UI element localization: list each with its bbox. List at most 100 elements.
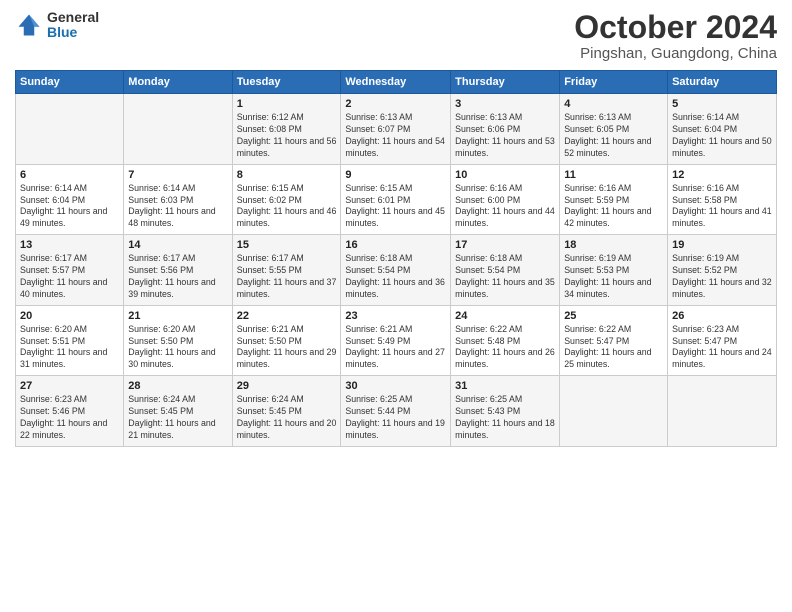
- day-number: 18: [564, 239, 663, 251]
- day-info: Sunrise: 6:16 AMSunset: 5:58 PMDaylight:…: [672, 183, 772, 231]
- day-info: Sunrise: 6:21 AMSunset: 5:49 PMDaylight:…: [345, 324, 446, 372]
- day-info: Sunrise: 6:18 AMSunset: 5:54 PMDaylight:…: [455, 253, 555, 301]
- day-cell: 15 Sunrise: 6:17 AMSunset: 5:55 PMDayligh…: [232, 235, 341, 306]
- day-info: Sunrise: 6:18 AMSunset: 5:54 PMDaylight:…: [345, 253, 446, 301]
- day-info: Sunrise: 6:20 AMSunset: 5:51 PMDaylight:…: [20, 324, 119, 372]
- day-info: Sunrise: 6:17 AMSunset: 5:55 PMDaylight:…: [237, 253, 337, 301]
- day-number: 3: [455, 98, 555, 110]
- day-info: Sunrise: 6:17 AMSunset: 5:57 PMDaylight:…: [20, 253, 119, 301]
- day-number: 5: [672, 98, 772, 110]
- day-info: Sunrise: 6:13 AMSunset: 6:05 PMDaylight:…: [564, 112, 663, 160]
- day-number: 9: [345, 169, 446, 181]
- day-cell: 30 Sunrise: 6:25 AMSunset: 5:44 PMDayligh…: [341, 376, 451, 447]
- day-info: Sunrise: 6:23 AMSunset: 5:47 PMDaylight:…: [672, 324, 772, 372]
- day-number: 10: [455, 169, 555, 181]
- day-cell: 22 Sunrise: 6:21 AMSunset: 5:50 PMDayligh…: [232, 305, 341, 376]
- calendar-table: Sunday Monday Tuesday Wednesday Thursday…: [15, 70, 777, 447]
- day-number: 20: [20, 310, 119, 322]
- col-saturday: Saturday: [668, 71, 777, 94]
- col-tuesday: Tuesday: [232, 71, 341, 94]
- day-info: Sunrise: 6:14 AMSunset: 6:04 PMDaylight:…: [20, 183, 119, 231]
- day-info: Sunrise: 6:12 AMSunset: 6:08 PMDaylight:…: [237, 112, 337, 160]
- day-cell: [16, 94, 124, 165]
- day-info: Sunrise: 6:21 AMSunset: 5:50 PMDaylight:…: [237, 324, 337, 372]
- day-number: 22: [237, 310, 337, 322]
- day-info: Sunrise: 6:14 AMSunset: 6:03 PMDaylight:…: [128, 183, 227, 231]
- day-info: Sunrise: 6:20 AMSunset: 5:50 PMDaylight:…: [128, 324, 227, 372]
- title-section: October 2024 Pingshan, Guangdong, China: [574, 10, 777, 62]
- month-title: October 2024: [574, 10, 777, 45]
- day-number: 1: [237, 98, 337, 110]
- day-cell: 4Sunrise: 6:13 AMSunset: 6:05 PMDaylight…: [560, 94, 668, 165]
- day-number: 15: [237, 239, 337, 251]
- logo-text: General Blue: [47, 10, 99, 41]
- day-cell: 27Sunrise: 6:23 AMSunset: 5:46 PMDayligh…: [16, 376, 124, 447]
- week-row-2: 13Sunrise: 6:17 AMSunset: 5:57 PMDayligh…: [16, 235, 777, 306]
- day-number: 7: [128, 169, 227, 181]
- day-info: Sunrise: 6:19 AMSunset: 5:53 PMDaylight:…: [564, 253, 663, 301]
- day-number: 12: [672, 169, 772, 181]
- day-info: Sunrise: 6:25 AMSunset: 5:43 PMDaylight:…: [455, 394, 555, 442]
- logo-blue: Blue: [47, 25, 99, 40]
- day-cell: 10 Sunrise: 6:16 AMSunset: 6:00 PMDayligh…: [451, 164, 560, 235]
- day-number: 11: [564, 169, 663, 181]
- day-info: Sunrise: 6:19 AMSunset: 5:52 PMDaylight:…: [672, 253, 772, 301]
- page: General Blue October 2024 Pingshan, Guan…: [0, 0, 792, 612]
- day-number: 27: [20, 380, 119, 392]
- day-info: Sunrise: 6:13 AMSunset: 6:06 PMDaylight:…: [455, 112, 555, 160]
- week-row-3: 20 Sunrise: 6:20 AMSunset: 5:51 PMDayligh…: [16, 305, 777, 376]
- col-monday: Monday: [124, 71, 232, 94]
- day-cell: 20 Sunrise: 6:20 AMSunset: 5:51 PMDayligh…: [16, 305, 124, 376]
- day-cell: 28 Sunrise: 6:24 AMSunset: 5:45 PMDayligh…: [124, 376, 232, 447]
- day-info: Sunrise: 6:15 AMSunset: 6:02 PMDaylight:…: [237, 183, 337, 231]
- day-info: Sunrise: 6:13 AMSunset: 6:07 PMDaylight:…: [345, 112, 446, 160]
- day-cell: 6 Sunrise: 6:14 AMSunset: 6:04 PMDaylight…: [16, 164, 124, 235]
- day-cell: [668, 376, 777, 447]
- day-info: Sunrise: 6:14 AMSunset: 6:04 PMDaylight:…: [672, 112, 772, 160]
- day-cell: 1 Sunrise: 6:12 AMSunset: 6:08 PMDaylight…: [232, 94, 341, 165]
- day-cell: 7 Sunrise: 6:14 AMSunset: 6:03 PMDaylight…: [124, 164, 232, 235]
- col-thursday: Thursday: [451, 71, 560, 94]
- calendar-header: Sunday Monday Tuesday Wednesday Thursday…: [16, 71, 777, 94]
- day-number: 8: [237, 169, 337, 181]
- day-cell: 31Sunrise: 6:25 AMSunset: 5:43 PMDayligh…: [451, 376, 560, 447]
- day-info: Sunrise: 6:24 AMSunset: 5:45 PMDaylight:…: [128, 394, 227, 442]
- col-sunday: Sunday: [16, 71, 124, 94]
- day-cell: 16Sunrise: 6:18 AMSunset: 5:54 PMDayligh…: [341, 235, 451, 306]
- day-number: 30: [345, 380, 446, 392]
- day-cell: 24Sunrise: 6:22 AMSunset: 5:48 PMDayligh…: [451, 305, 560, 376]
- day-cell: 23 Sunrise: 6:21 AMSunset: 5:49 PMDayligh…: [341, 305, 451, 376]
- day-info: Sunrise: 6:16 AMSunset: 5:59 PMDaylight:…: [564, 183, 663, 231]
- logo-icon: [15, 11, 43, 39]
- day-cell: 25Sunrise: 6:22 AMSunset: 5:47 PMDayligh…: [560, 305, 668, 376]
- day-number: 25: [564, 310, 663, 322]
- header: General Blue October 2024 Pingshan, Guan…: [15, 10, 777, 62]
- day-number: 23: [345, 310, 446, 322]
- week-row-1: 6 Sunrise: 6:14 AMSunset: 6:04 PMDaylight…: [16, 164, 777, 235]
- day-cell: 21 Sunrise: 6:20 AMSunset: 5:50 PMDayligh…: [124, 305, 232, 376]
- day-number: 2: [345, 98, 446, 110]
- day-cell: 2 Sunrise: 6:13 AMSunset: 6:07 PMDaylight…: [341, 94, 451, 165]
- logo-general: General: [47, 10, 99, 25]
- day-info: Sunrise: 6:24 AMSunset: 5:45 PMDaylight:…: [237, 394, 337, 442]
- day-info: Sunrise: 6:25 AMSunset: 5:44 PMDaylight:…: [345, 394, 446, 442]
- day-cell: 9 Sunrise: 6:15 AMSunset: 6:01 PMDaylight…: [341, 164, 451, 235]
- day-cell: 17Sunrise: 6:18 AMSunset: 5:54 PMDayligh…: [451, 235, 560, 306]
- day-info: Sunrise: 6:15 AMSunset: 6:01 PMDaylight:…: [345, 183, 446, 231]
- day-cell: 3 Sunrise: 6:13 AMSunset: 6:06 PMDaylight…: [451, 94, 560, 165]
- header-row: Sunday Monday Tuesday Wednesday Thursday…: [16, 71, 777, 94]
- col-friday: Friday: [560, 71, 668, 94]
- logo: General Blue: [15, 10, 99, 41]
- day-number: 28: [128, 380, 227, 392]
- day-cell: [560, 376, 668, 447]
- week-row-4: 27Sunrise: 6:23 AMSunset: 5:46 PMDayligh…: [16, 376, 777, 447]
- day-number: 6: [20, 169, 119, 181]
- day-cell: 18 Sunrise: 6:19 AMSunset: 5:53 PMDayligh…: [560, 235, 668, 306]
- col-wednesday: Wednesday: [341, 71, 451, 94]
- day-cell: 29Sunrise: 6:24 AMSunset: 5:45 PMDayligh…: [232, 376, 341, 447]
- day-cell: [124, 94, 232, 165]
- day-cell: 11 Sunrise: 6:16 AMSunset: 5:59 PMDayligh…: [560, 164, 668, 235]
- day-number: 21: [128, 310, 227, 322]
- day-number: 26: [672, 310, 772, 322]
- day-info: Sunrise: 6:16 AMSunset: 6:00 PMDaylight:…: [455, 183, 555, 231]
